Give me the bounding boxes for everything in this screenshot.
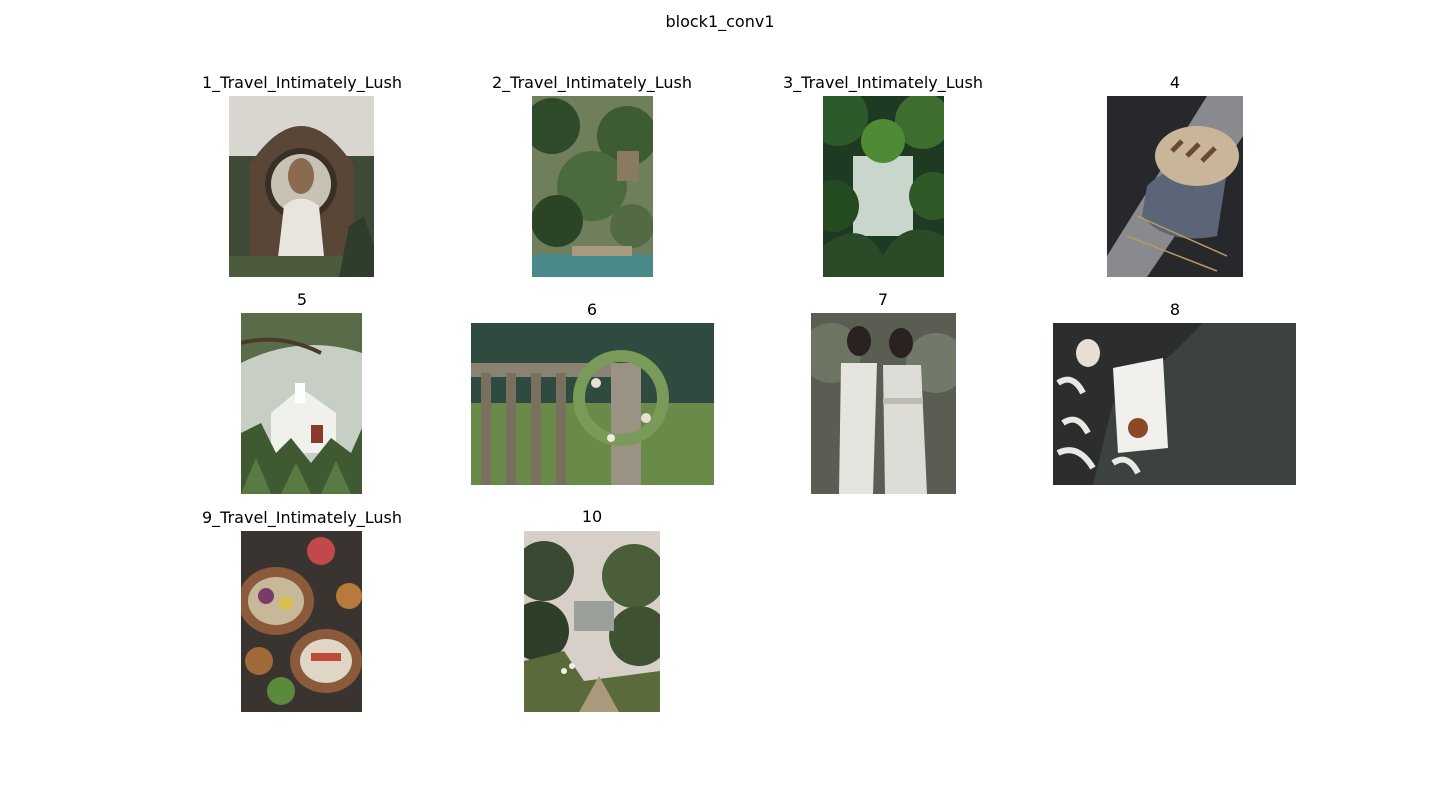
thumbnail-6 <box>471 323 714 485</box>
tile-title-3: 3_Travel_Intimately_Lush <box>783 73 983 92</box>
woman-in-circular-arch-image <box>229 96 374 277</box>
thumbnail-10 <box>524 531 660 712</box>
thumbnail-8 <box>1053 323 1296 485</box>
tile-title-5: 5 <box>296 290 308 309</box>
thumbnail-1 <box>229 96 374 277</box>
food-bowls-on-table-image <box>241 531 362 712</box>
tile-title-9: 9_Travel_Intimately_Lush <box>202 508 402 527</box>
tile-title-4: 4 <box>1169 73 1181 92</box>
thumbnail-3 <box>823 96 944 277</box>
tile-title-10: 10 <box>581 507 603 526</box>
tile-title-2: 2_Travel_Intimately_Lush <box>492 73 692 92</box>
thumbnail-2 <box>532 96 653 277</box>
thumbnail-9 <box>241 531 362 712</box>
book-on-grey-fabric-image <box>1053 323 1296 485</box>
thumbnail-4 <box>1107 96 1243 277</box>
two-women-in-white-jumpsuits-image <box>811 313 956 494</box>
bread-loaf-on-cloth-image <box>1107 96 1243 277</box>
tropical-garden-pool-image <box>532 96 653 277</box>
flower-wreath-on-fence-image <box>471 323 714 485</box>
thumbnail-7 <box>811 313 956 494</box>
tile-title-8: 8 <box>1169 300 1181 319</box>
tile-title-6: 6 <box>586 300 598 319</box>
thumbnail-5 <box>241 313 362 494</box>
jungle-foliage-image <box>823 96 944 277</box>
white-chapel-in-trees-image <box>241 313 362 494</box>
tile-title-7: 7 <box>877 290 889 309</box>
garden-path-with-trees-image <box>524 531 660 712</box>
tile-title-1: 1_Travel_Intimately_Lush <box>202 73 402 92</box>
figure-title: block1_conv1 <box>665 12 775 31</box>
